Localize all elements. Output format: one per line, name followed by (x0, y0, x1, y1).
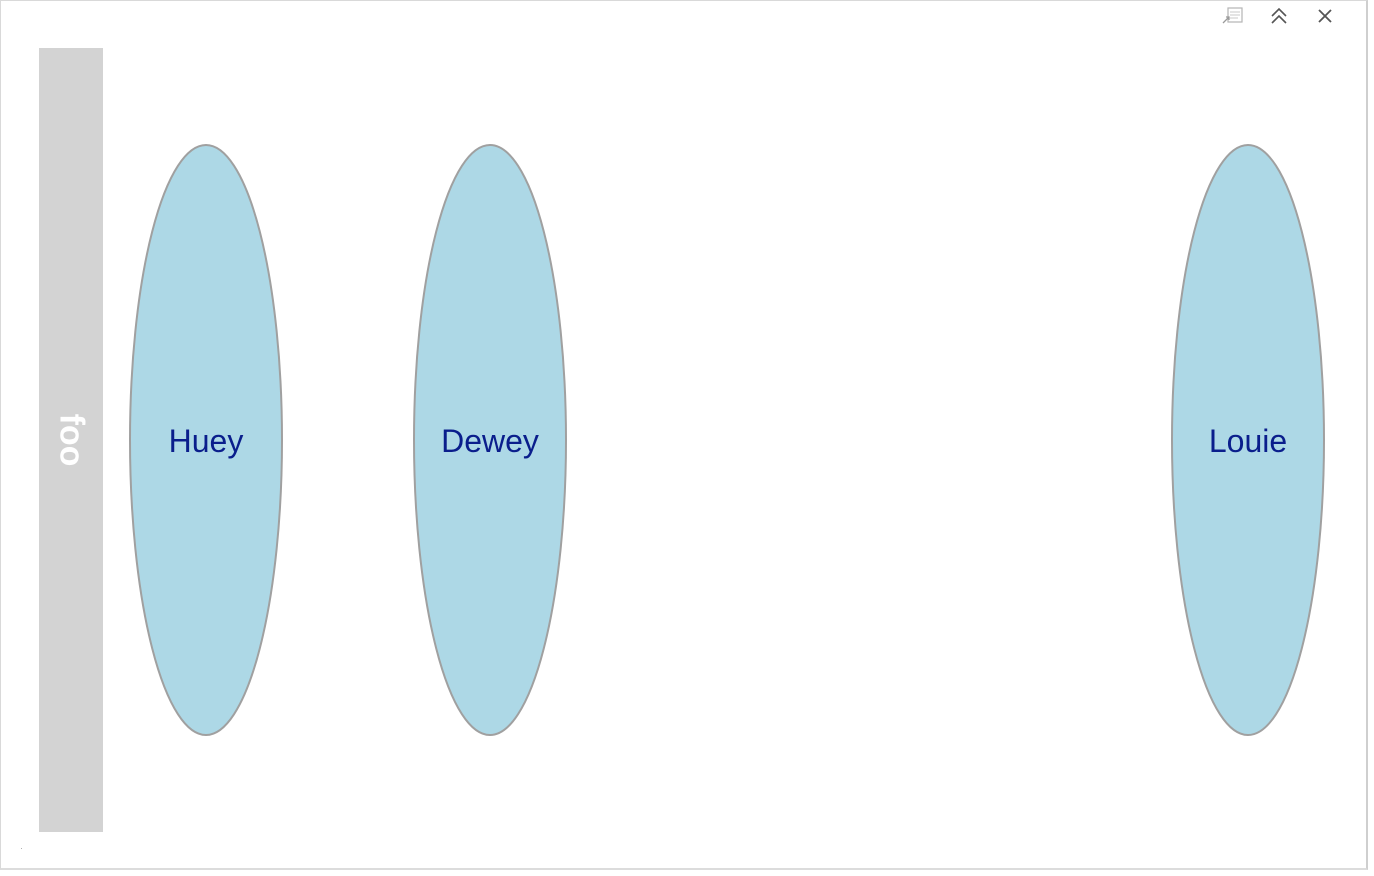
node-label: Huey (169, 423, 244, 459)
node-huey[interactable]: Huey (129, 144, 283, 736)
diagram-canvas: Huey Dewey Louie (129, 144, 1325, 736)
node-louie[interactable]: Louie (1171, 144, 1325, 736)
corner-marker (21, 848, 22, 849)
node-label: Dewey (441, 423, 539, 459)
node-dewey[interactable]: Dewey (413, 144, 567, 736)
node-label: Louie (1209, 423, 1287, 459)
